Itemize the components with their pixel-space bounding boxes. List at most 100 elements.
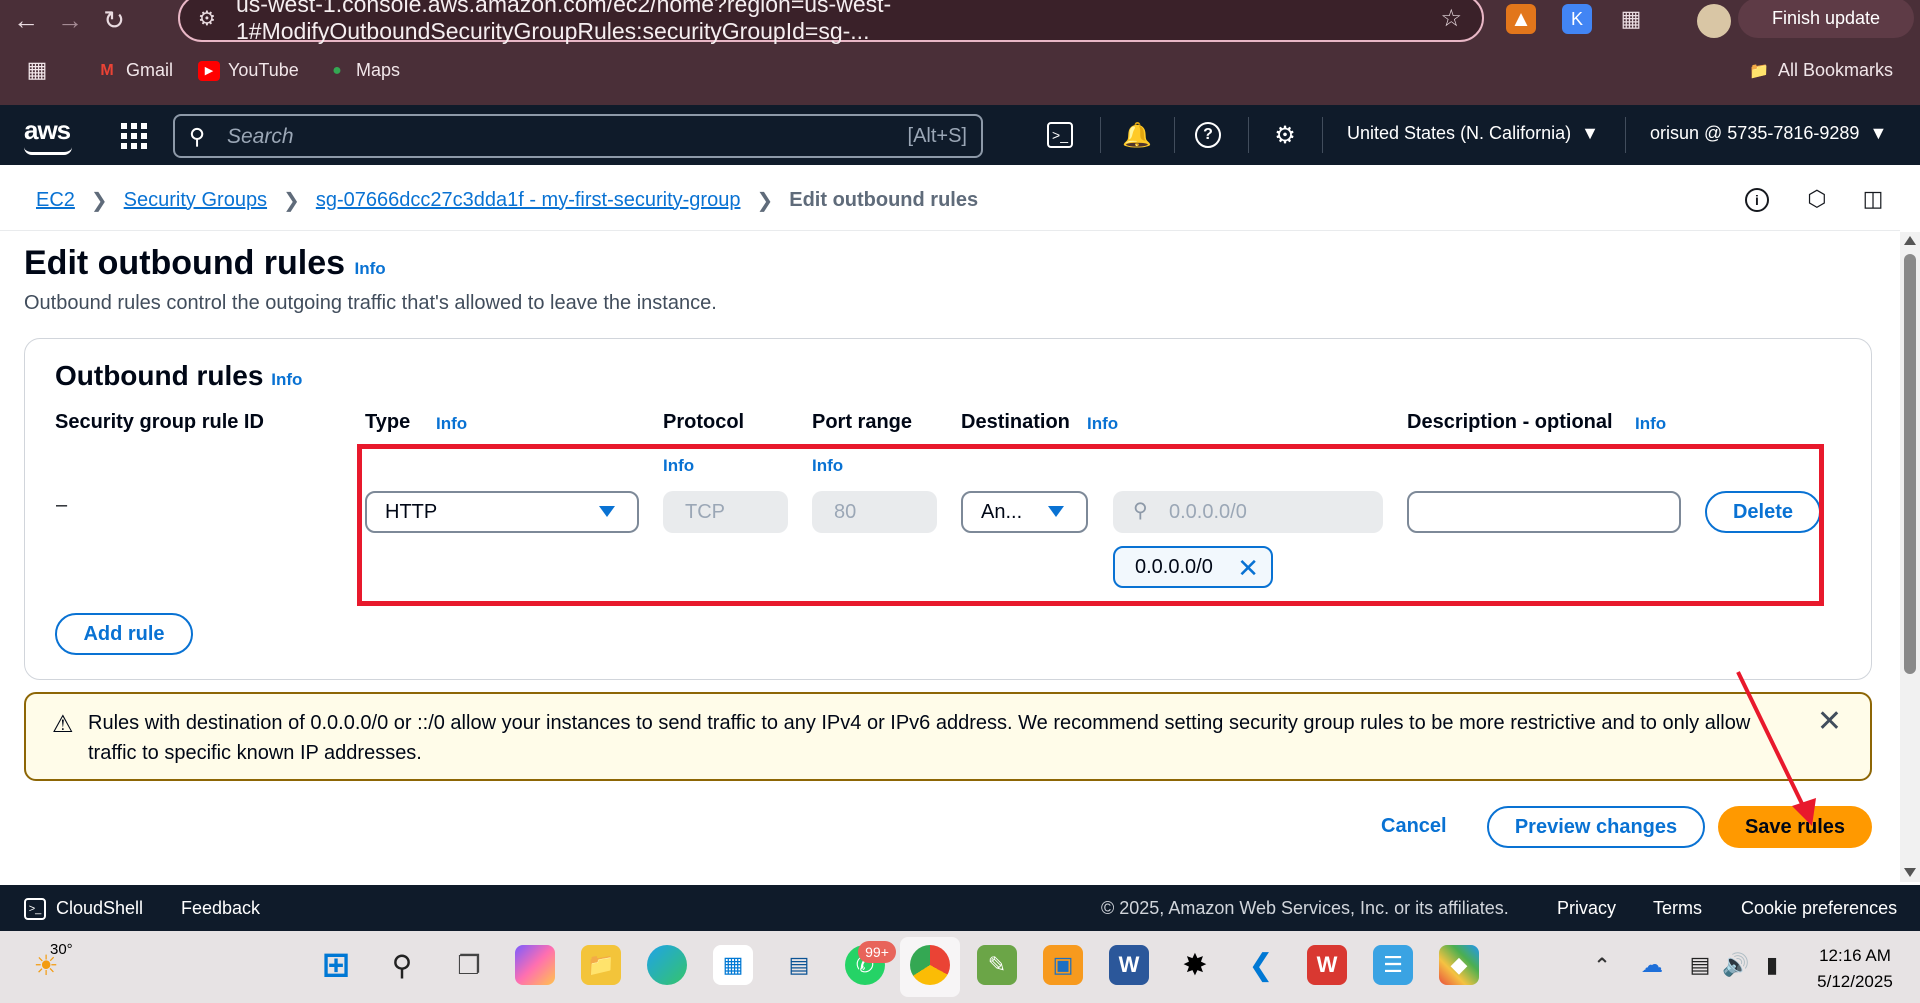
terms-link[interactable]: Terms	[1653, 898, 1702, 919]
vscode-icon[interactable]: ❮	[1241, 945, 1281, 985]
k-extension-icon[interactable]: K	[1562, 4, 1592, 34]
privacy-link[interactable]: Privacy	[1557, 898, 1616, 919]
system-clock[interactable]: 12:16 AM 5/12/2025	[1800, 943, 1910, 995]
bookmark-label: Gmail	[126, 60, 174, 80]
word-icon[interactable]: W	[1109, 945, 1149, 985]
wps-office-icon[interactable]: W	[1307, 945, 1347, 985]
chatgpt-icon[interactable]: ✸	[1175, 945, 1215, 985]
git-icon[interactable]: ◆	[1439, 945, 1479, 985]
column-header-rule-id: Security group rule ID	[55, 411, 264, 433]
breadcrumb-security-groups[interactable]: Security Groups	[124, 189, 267, 212]
preview-changes-button[interactable]: Preview changes	[1487, 806, 1705, 848]
chrome-icon[interactable]	[910, 945, 950, 985]
taskbar-search-icon[interactable]: ⚲	[382, 945, 422, 985]
windows-start-icon[interactable]: ⊞	[316, 945, 356, 985]
settings-gear-icon[interactable]: ⚙	[1269, 119, 1301, 151]
volume-icon[interactable]: 🔊	[1716, 945, 1756, 985]
region-label: United States (N. California)	[1347, 123, 1572, 143]
description-info-link[interactable]: Info	[1635, 414, 1666, 434]
page-description: Outbound rules control the outgoing traf…	[24, 292, 717, 314]
maps-icon: ●	[332, 61, 342, 79]
metamask-extension-icon[interactable]: ▲	[1506, 4, 1536, 34]
microsoft-store-icon[interactable]: ▦	[713, 945, 753, 985]
scroll-up-icon[interactable]	[1904, 236, 1916, 245]
security-shield-icon[interactable]: ⬡	[1802, 184, 1832, 214]
breadcrumb-current: Edit outbound rules	[789, 188, 979, 211]
cloudshell-icon[interactable]: >_	[1047, 122, 1073, 148]
gmail-icon: M	[100, 61, 114, 79]
finish-update-button[interactable]: Finish update	[1738, 0, 1914, 38]
page-info-link[interactable]: Info	[355, 259, 386, 278]
cloudshell-link[interactable]: CloudShell	[56, 898, 143, 919]
destination-info-link[interactable]: Info	[1087, 414, 1118, 434]
edge-icon[interactable]	[647, 945, 687, 985]
type-info-link[interactable]: Info	[436, 414, 467, 434]
account-menu[interactable]: orisun @ 5735-7816-9289 ▼	[1650, 123, 1887, 144]
services-menu-icon[interactable]	[121, 123, 147, 149]
profile-avatar[interactable]	[1697, 4, 1731, 38]
column-header-type: Type	[365, 411, 411, 433]
scroll-down-icon[interactable]	[1904, 868, 1916, 877]
file-explorer-icon[interactable]: 📁	[581, 945, 621, 985]
rule-id-value: –	[56, 494, 68, 516]
notepad-icon[interactable]: ☰	[1373, 945, 1413, 985]
help-icon[interactable]: ?	[1195, 122, 1221, 148]
copilot-icon[interactable]	[515, 945, 555, 985]
notifications-bell-icon[interactable]: 🔔	[1121, 119, 1153, 151]
reload-icon[interactable]: ↻	[94, 0, 134, 40]
page-scrollbar[interactable]	[1900, 232, 1920, 882]
page-title: Edit outbound rules Info	[24, 244, 386, 283]
virtualbox-icon[interactable]: ▣	[1043, 945, 1083, 985]
aws-logo[interactable]: aws	[24, 115, 71, 146]
wifi-icon[interactable]: ▤	[1680, 945, 1720, 985]
cloudshell-icon[interactable]: >_	[24, 898, 46, 920]
warning-text: Rules with destination of 0.0.0.0/0 or :…	[88, 712, 1751, 764]
back-icon[interactable]: ←	[6, 0, 46, 40]
bookmarks-bar: ▦ M Gmail ▶ YouTube ● Maps 📁 All Bookmar…	[0, 52, 1920, 92]
task-view-icon[interactable]: ❐	[449, 945, 489, 985]
search-placeholder: Search	[227, 125, 294, 148]
aws-console-header: aws ⚲ Search [Alt+S] >_ 🔔 ? ⚙ United Sta…	[0, 105, 1920, 165]
onedrive-icon[interactable]: ☁	[1632, 945, 1672, 985]
notepad-plus-icon[interactable]: ✎	[977, 945, 1017, 985]
bookmark-star-icon[interactable]: ☆	[1440, 4, 1462, 33]
cookie-preferences-link[interactable]: Cookie preferences	[1741, 898, 1897, 919]
bookmark-maps[interactable]: ● Maps	[326, 60, 400, 81]
windows-taskbar: ☀ 30° ⊞ ⚲ ❐ 📁 ▦ ▤ ✆ ✎ ▣ W ✸ ❮ W ☰ ◆ ⌃ ☁ …	[0, 931, 1920, 1003]
bookmark-youtube[interactable]: ▶ YouTube	[198, 60, 299, 81]
scrollbar-thumb[interactable]	[1904, 254, 1916, 674]
divider	[1248, 117, 1249, 153]
aws-console-footer: >_ CloudShell Feedback © 2025, Amazon We…	[0, 885, 1920, 931]
region-selector[interactable]: United States (N. California) ▼	[1347, 123, 1599, 144]
column-header-description: Description - optional	[1407, 411, 1613, 433]
forward-icon[interactable]: →	[50, 0, 90, 40]
chevron-up-icon[interactable]: ⌃	[1582, 945, 1622, 985]
chevron-right-icon: ❯	[90, 189, 108, 212]
address-bar[interactable]: ⚙ us-west-1.console.aws.amazon.com/ec2/h…	[178, 0, 1484, 44]
all-bookmarks[interactable]: 📁 All Bookmarks	[1748, 60, 1893, 81]
copyright-text: © 2025, Amazon Web Services, Inc. or its…	[1101, 898, 1509, 918]
network-app-icon[interactable]: ▤	[779, 945, 819, 985]
search-icon: ⚲	[189, 124, 206, 149]
apps-grid-icon[interactable]: ▦	[26, 57, 48, 82]
feedback-screen-icon[interactable]: ◫	[1858, 184, 1888, 214]
breadcrumb-ec2[interactable]: EC2	[36, 189, 75, 212]
clock-date: 5/12/2025	[1817, 972, 1893, 991]
info-panel-icon[interactable]: i	[1745, 188, 1769, 212]
cancel-button[interactable]: Cancel	[1381, 815, 1447, 838]
youtube-icon: ▶	[198, 60, 220, 81]
chevron-right-icon: ❯	[756, 189, 774, 212]
clock-time: 12:16 AM	[1819, 946, 1891, 965]
bookmark-gmail[interactable]: M Gmail	[96, 60, 173, 81]
feedback-link[interactable]: Feedback	[181, 898, 260, 919]
search-bar[interactable]: ⚲ Search [Alt+S]	[173, 114, 983, 158]
breadcrumb: EC2 ❯ Security Groups ❯ sg-07666dcc27c3d…	[36, 185, 978, 215]
section-info-link[interactable]: Info	[271, 370, 302, 389]
add-rule-button[interactable]: Add rule	[55, 613, 193, 655]
battery-icon[interactable]: ▮	[1752, 945, 1792, 985]
column-header-protocol: Protocol	[663, 411, 745, 433]
bookmark-label: YouTube	[228, 60, 299, 80]
extensions-puzzle-icon[interactable]: ▦	[1616, 4, 1646, 34]
breadcrumb-security-group[interactable]: sg-07666dcc27c3dda1f - my-first-security…	[316, 189, 741, 212]
site-info-icon[interactable]: ⚙	[198, 6, 222, 30]
